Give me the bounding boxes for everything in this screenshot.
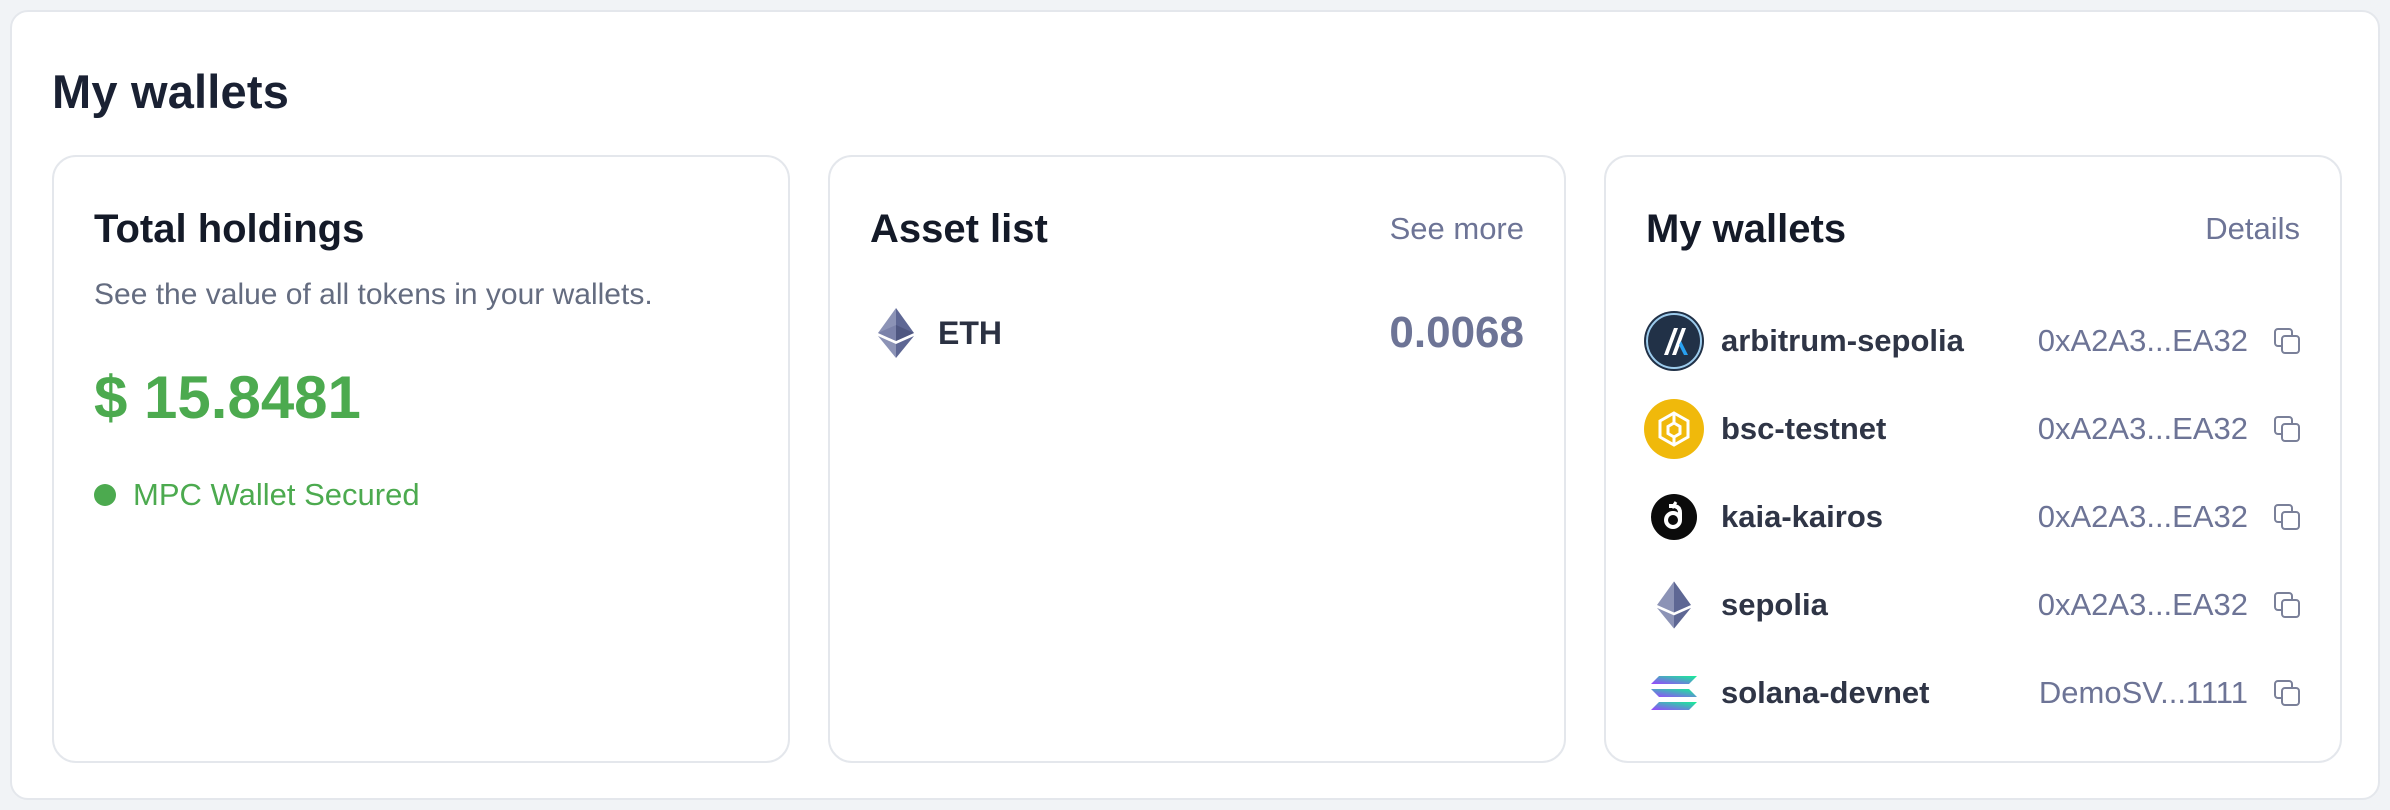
kaia-icon: [1644, 487, 1704, 547]
mpc-secured-label: MPC Wallet Secured: [133, 477, 420, 512]
wallet-row-kaia-kairos: kaia-kairos 0xA2A3...EA32: [1644, 473, 2304, 561]
total-holdings-title: Total holdings: [94, 207, 365, 251]
copy-icon[interactable]: [2270, 676, 2304, 710]
total-holdings-subtitle: See the value of all tokens in your wall…: [94, 278, 653, 311]
wallet-address: 0xA2A3...EA32: [2037, 587, 2248, 622]
details-link[interactable]: Details: [2205, 211, 2300, 247]
wallet-row-bsc-testnet: bsc-testnet 0xA2A3...EA32: [1644, 385, 2304, 473]
wallets-panel: My wallets Total holdings See the value …: [10, 10, 2380, 800]
copy-icon[interactable]: [2270, 500, 2304, 534]
see-more-link[interactable]: See more: [1390, 211, 1524, 247]
wallet-row-solana-devnet: solana-devnet DemoSV...1111: [1644, 649, 2304, 737]
my-wallets-card: My wallets Details arbitrum-sepolia 0xA2…: [1604, 155, 2342, 763]
copy-icon[interactable]: [2270, 324, 2304, 358]
ethereum-icon: [1644, 575, 1704, 635]
status-dot-icon: [94, 484, 116, 506]
wallet-address: 0xA2A3...EA32: [2037, 323, 2248, 358]
my-wallets-title: My wallets: [1646, 207, 1847, 251]
wallet-row-sepolia: sepolia 0xA2A3...EA32: [1644, 561, 2304, 649]
page-title: My wallets: [52, 65, 290, 118]
total-holdings-card: Total holdings See the value of all toke…: [52, 155, 790, 763]
wallet-address: 0xA2A3...EA32: [2037, 499, 2248, 534]
asset-list-card: Asset list See more ETH 0.0068: [828, 155, 1566, 763]
asset-list-title: Asset list: [870, 207, 1048, 251]
mpc-secured-status: MPC Wallet Secured: [94, 477, 420, 513]
solana-icon: [1644, 663, 1704, 723]
wallet-name: arbitrum-sepolia: [1721, 323, 1964, 358]
wallet-name: sepolia: [1721, 587, 1828, 622]
wallet-address: DemoSV...1111: [2038, 675, 2248, 710]
copy-icon[interactable]: [2270, 588, 2304, 622]
wallet-list: arbitrum-sepolia 0xA2A3...EA32 bsc-testn…: [1644, 297, 2304, 737]
wallet-address: 0xA2A3...EA32: [2037, 411, 2248, 446]
bnb-icon: [1644, 399, 1704, 459]
wallet-name: solana-devnet: [1721, 675, 1930, 710]
ethereum-icon: [878, 308, 914, 358]
copy-icon[interactable]: [2270, 412, 2304, 446]
asset-amount: 0.0068: [1389, 308, 1524, 357]
arbitrum-icon: [1644, 311, 1704, 371]
asset-row-eth[interactable]: ETH 0.0068: [878, 305, 1524, 361]
wallet-name: kaia-kairos: [1721, 499, 1883, 534]
wallet-row-arbitrum-sepolia: arbitrum-sepolia 0xA2A3...EA32: [1644, 297, 2304, 385]
total-holdings-value: $ 15.8481: [94, 364, 361, 431]
wallet-name: bsc-testnet: [1721, 411, 1887, 446]
asset-symbol: ETH: [938, 314, 1002, 351]
